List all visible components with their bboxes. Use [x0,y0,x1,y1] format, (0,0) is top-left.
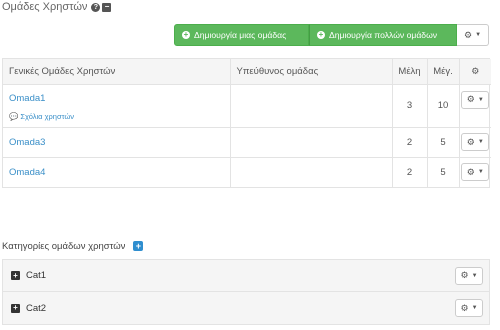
category-actions-dropdown[interactable]: ⚙ ▼ [455,299,483,317]
gear-icon: ⚙ [460,270,469,280]
category-row: + Cat1 ⚙ ▼ [3,260,489,292]
group-members-cell: 3 [392,84,428,128]
user-comments-label: Σχόλια χρηστών [20,111,75,121]
toolbar-settings-dropdown[interactable]: ⚙ ▼ [457,24,489,46]
gear-icon: ⚙ [466,94,475,104]
category-toggle[interactable]: + Cat1 [11,270,46,281]
group-name-cell: Omada3 [3,127,231,158]
table-row: Omada4 2 5 ⚙ ▼ [3,157,491,187]
create-group-toolbar: + Δημιουργία μιας ομάδας + Δημιουργία πο… [174,24,489,46]
column-header-max: Μέγ. [427,59,460,85]
group-owner-cell [230,157,393,187]
group-members-cell: 2 [392,157,428,187]
cogs-icon: ⚙ [471,65,480,76]
gear-icon: ⚙ [460,302,469,313]
table-row: Omada3 2 5 ⚙ ▼ [3,127,491,158]
categories-heading: Κατηγορίες ομάδων χρηστών + [2,240,144,252]
group-max-cell: 5 [427,127,460,158]
group-max-cell: 5 [427,157,460,187]
column-header-actions: ⚙ [459,59,491,85]
caret-down-icon: ▼ [477,139,484,145]
create-many-groups-button[interactable]: + Δημιουργία πολλών ομάδων [309,24,457,46]
caret-down-icon: ▼ [475,32,482,38]
group-actions-dropdown[interactable]: ⚙ ▼ [461,90,490,109]
group-name-link[interactable]: Omada1 [9,93,230,104]
categories-list: + Cat1 ⚙ ▼ + Cat2 ⚙ ▼ [2,259,490,325]
gear-icon: ⚙ [466,166,475,177]
caret-down-icon: ▼ [477,96,484,103]
group-members-cell: 2 [392,127,428,158]
categories-title: Κατηγορίες ομάδων χρηστών [2,240,126,252]
column-header-members: Μέλη [392,59,428,85]
add-category-icon[interactable]: + [133,241,144,251]
group-actions-cell: ⚙ ▼ [459,84,491,128]
page-heading: Ομάδες Χρηστών ? − [2,1,112,13]
cogs-icon: ⚙ [463,29,473,40]
group-max-cell: 10 [427,84,460,128]
group-actions-dropdown[interactable]: ⚙ ▼ [461,133,490,151]
category-row: + Cat2 ⚙ ▼ [3,292,489,324]
group-name-cell: Omada4 [3,157,231,187]
create-one-group-label: Δημιουργία μιας ομάδας [194,30,287,40]
create-many-groups-label: Δημιουργία πολλών ομάδων [329,30,438,40]
column-header-name: Γενικές Ομάδες Χρηστών [3,59,231,85]
minus-square-icon[interactable]: − [102,2,112,12]
caret-down-icon: ▼ [471,305,478,311]
create-one-group-button[interactable]: + Δημιουργία μιας ομάδας [174,24,309,46]
category-actions-dropdown[interactable]: ⚙ ▼ [455,266,483,285]
caret-down-icon: ▼ [471,272,478,279]
gear-icon: ⚙ [466,136,475,147]
plus-circle-icon: + [182,30,190,39]
group-name-cell: Omada1 💬 Σχόλια χρηστών [3,84,231,128]
table-header-row: Γενικές Ομάδες Χρηστών Υπεύθυνος ομάδας … [3,59,491,85]
expand-plus-icon: + [11,271,20,280]
table-row: Omada1 💬 Σχόλια χρηστών 3 10 ⚙ ▼ [3,84,491,128]
groups-table: Γενικές Ομάδες Χρηστών Υπεύθυνος ομάδας … [2,58,491,188]
plus-circle-icon: + [317,30,325,39]
category-name: Cat1 [26,270,47,281]
user-comments-link[interactable]: 💬 Σχόλια χρηστών [9,112,230,121]
group-owner-cell [230,84,393,128]
page-title: Ομάδες Χρηστών [2,1,88,13]
category-toggle[interactable]: + Cat2 [11,303,46,314]
comments-icon: 💬 [9,111,19,121]
group-owner-cell [230,127,393,158]
expand-plus-icon: + [11,303,20,313]
group-actions-cell: ⚙ ▼ [459,157,491,187]
group-name-link[interactable]: Omada3 [9,137,45,148]
caret-down-icon: ▼ [477,169,484,176]
group-actions-dropdown[interactable]: ⚙ ▼ [461,163,490,182]
category-name: Cat2 [26,302,47,314]
group-actions-cell: ⚙ ▼ [459,127,491,158]
column-header-owner: Υπεύθυνος ομάδας [230,59,393,85]
question-circle-icon[interactable]: ? [91,2,101,12]
group-name-link[interactable]: Omada4 [9,167,45,178]
